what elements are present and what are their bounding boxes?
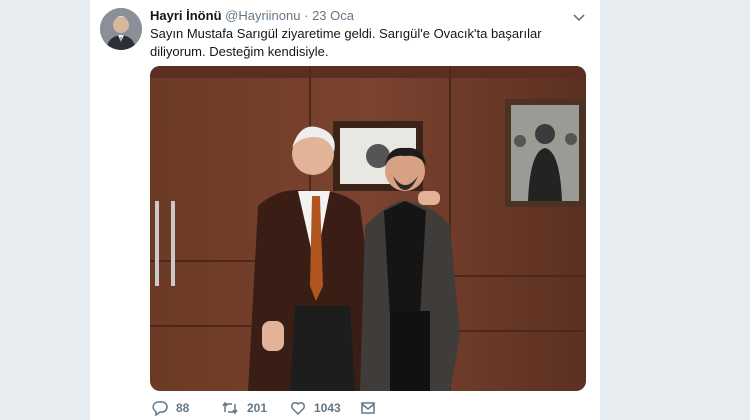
separator: · bbox=[304, 8, 309, 23]
tweet-actions: 88 201 1043 bbox=[150, 400, 590, 420]
like-icon bbox=[290, 401, 306, 416]
direct-message-button[interactable] bbox=[360, 400, 384, 416]
tweet-card: Hayri İnönü @Hayriinonu · 23 Oca Sayın M… bbox=[90, 0, 600, 420]
tweet-header: Hayri İnönü @Hayriinonu · 23 Oca bbox=[150, 8, 354, 23]
like-button[interactable]: 1043 bbox=[290, 400, 341, 416]
retweet-button[interactable]: 201 bbox=[221, 400, 267, 416]
retweet-icon bbox=[222, 401, 238, 415]
tweet-date[interactable]: 23 Oca bbox=[312, 8, 354, 23]
reply-button[interactable]: 88 bbox=[152, 400, 189, 416]
message-icon bbox=[361, 402, 375, 414]
retweet-count: 201 bbox=[247, 401, 268, 415]
tweet-photo[interactable] bbox=[150, 66, 586, 391]
reply-icon bbox=[152, 401, 168, 416]
author-name[interactable]: Hayri İnönü bbox=[150, 8, 222, 23]
tweet-text: Sayın Mustafa Sarıgül ziyaretime geldi. … bbox=[150, 26, 542, 59]
avatar[interactable] bbox=[100, 8, 142, 50]
reply-count: 88 bbox=[176, 401, 190, 415]
like-count: 1043 bbox=[314, 401, 341, 415]
author-handle[interactable]: @Hayriinonu bbox=[225, 8, 300, 23]
chevron-down-icon[interactable] bbox=[572, 10, 586, 24]
